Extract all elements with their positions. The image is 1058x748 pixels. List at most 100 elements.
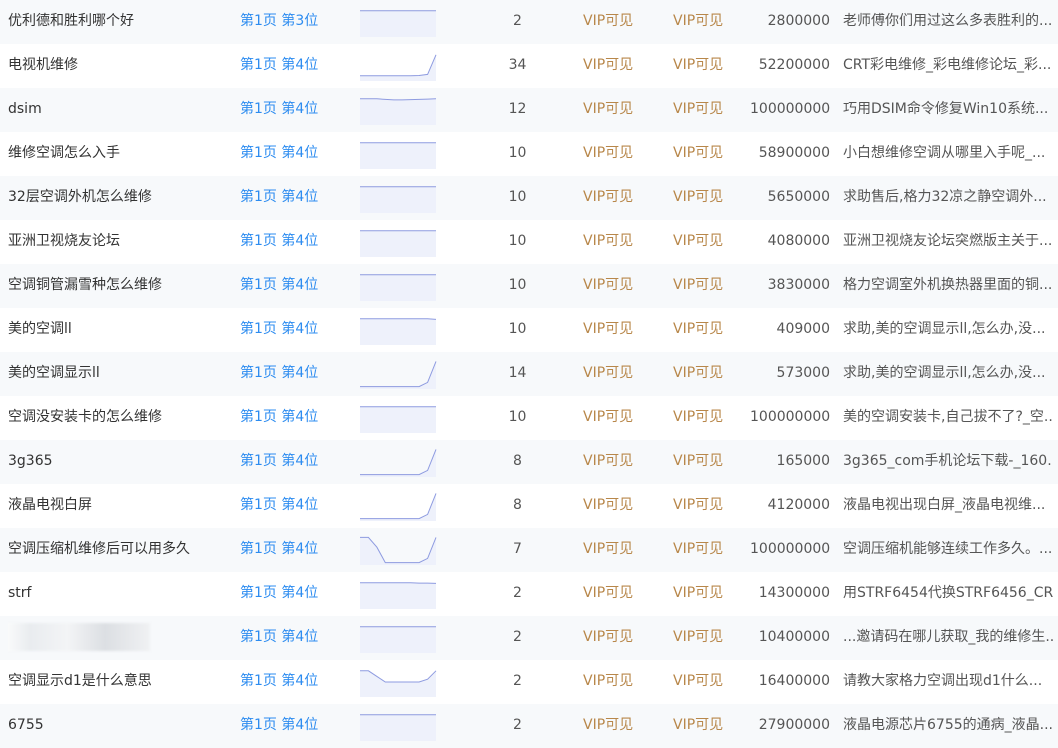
- vip-locked-value[interactable]: VIP可见: [583, 660, 643, 703]
- sparkline-area: [360, 186, 436, 213]
- keyword-cell[interactable]: 空调铜管漏雪种怎么维修: [8, 264, 218, 307]
- page-title-link[interactable]: 亚洲卫视烧友论坛突燃版主关于...: [843, 220, 1053, 263]
- keyword-cell[interactable]: 空调显示d1是什么意思: [8, 660, 218, 703]
- search-volume: 3830000: [767, 277, 830, 293]
- vip-locked-value[interactable]: VIP可见: [583, 352, 643, 395]
- page-title-link[interactable]: 请教大家格力空调出现d1什么...: [843, 660, 1053, 703]
- keyword-ranking-table: 优利德和胜利哪个好 第1页 第3位 2 VIP可见 VIP可见 2800000 老师傅你们用…: [0, 0, 1058, 748]
- rank-link[interactable]: 第1页 第4位: [240, 176, 340, 219]
- count-value: 2: [513, 13, 522, 29]
- page-title-link[interactable]: 液晶电源芯片6755的通病_液晶...: [843, 704, 1053, 747]
- vip-locked-value[interactable]: VIP可见: [583, 440, 643, 483]
- table-row: 空调压缩机维修后可以用多久 第1页 第4位 7 VIP可见 VIP可见 100000000…: [0, 528, 1058, 572]
- page-title-link[interactable]: 3g365_com手机论坛下载-_160...: [843, 440, 1053, 483]
- rank-link[interactable]: 第1页 第4位: [240, 132, 340, 175]
- page-title-link[interactable]: 空调压缩机能够连续工作多久。...: [843, 528, 1053, 571]
- rank-link[interactable]: 第1页 第4位: [240, 704, 340, 747]
- vip-locked-value[interactable]: VIP可见: [583, 704, 643, 747]
- keyword-cell[interactable]: 优利德和胜利哪个好: [8, 0, 218, 43]
- keyword-cell[interactable]: 美的空调ll: [8, 308, 218, 351]
- keyword-cell[interactable]: dsim: [8, 88, 218, 131]
- rank-link[interactable]: 第1页 第4位: [240, 484, 340, 527]
- keyword-cell[interactable]: 电视机维修: [8, 44, 218, 87]
- page-title-link[interactable]: 用STRF6454代换STRF6456_CR...: [843, 572, 1053, 615]
- rank-link[interactable]: 第1页 第4位: [240, 88, 340, 131]
- vip-locked-value[interactable]: VIP可见: [673, 88, 733, 131]
- keyword-cell[interactable]: 空调没安装卡的怎么维修: [8, 396, 218, 439]
- rank-link[interactable]: 第1页 第4位: [240, 44, 340, 87]
- rank-link[interactable]: 第1页 第4位: [240, 660, 340, 703]
- rank-link[interactable]: 第1页 第4位: [240, 528, 340, 571]
- vip-locked-value[interactable]: VIP可见: [673, 616, 733, 659]
- page-title-link[interactable]: 求助售后,格力32凉之静空调外...: [843, 176, 1053, 219]
- count-value: 10: [508, 409, 527, 425]
- vip-locked-value[interactable]: VIP可见: [673, 660, 733, 703]
- vip-locked-value[interactable]: VIP可见: [673, 528, 733, 571]
- vip-locked-value[interactable]: VIP可见: [583, 220, 643, 263]
- vip-locked-value[interactable]: VIP可见: [583, 484, 643, 527]
- sparkline-area: [360, 493, 436, 521]
- keyword-cell[interactable]: 6755: [8, 704, 218, 747]
- vip-locked-value[interactable]: VIP可见: [673, 132, 733, 175]
- vip-locked-value[interactable]: VIP可见: [673, 396, 733, 439]
- vip-locked-value[interactable]: VIP可见: [673, 264, 733, 307]
- vip-locked-value[interactable]: VIP可见: [673, 220, 733, 263]
- rank-link[interactable]: 第1页 第4位: [240, 440, 340, 483]
- sparkline-area: [360, 361, 436, 389]
- vip-locked-value[interactable]: VIP可见: [673, 352, 733, 395]
- rank-link[interactable]: 第1页 第4位: [240, 264, 340, 307]
- keyword-cell[interactable]: 美的空调显示ll: [8, 352, 218, 395]
- vip-locked-value[interactable]: VIP可见: [583, 88, 643, 131]
- vip-locked-value[interactable]: VIP可见: [583, 264, 643, 307]
- page-title-link[interactable]: 巧用DSIM命令修复Win10系统...: [843, 88, 1053, 131]
- table-row: strf 第1页 第4位 2 VIP可见 VIP可见 14300000 用STRF6454代…: [0, 572, 1058, 616]
- rank-link[interactable]: 第1页 第4位: [240, 616, 340, 659]
- page-title-link[interactable]: 液晶电视出现白屏_液晶电视维...: [843, 484, 1053, 527]
- sparkline-area: [360, 406, 436, 433]
- rank-link[interactable]: 第1页 第4位: [240, 220, 340, 263]
- keyword-cell[interactable]: strf: [8, 572, 218, 615]
- keyword-cell[interactable]: 亚洲卫视烧友论坛: [8, 220, 218, 263]
- rank-link[interactable]: 第1页 第4位: [240, 308, 340, 351]
- vip-locked-value[interactable]: VIP可见: [673, 440, 733, 483]
- page-title-link[interactable]: 求助,美的空调显示ll,怎么办,没...: [843, 308, 1053, 351]
- page-title-link[interactable]: 求助,美的空调显示ll,怎么办,没...: [843, 352, 1053, 395]
- vip-locked-value[interactable]: VIP可见: [673, 704, 733, 747]
- rank-link[interactable]: 第1页 第4位: [240, 396, 340, 439]
- page-title-link[interactable]: CRT彩电维修_彩电维修论坛_彩...: [843, 44, 1053, 87]
- trend-sparkline: [360, 94, 437, 125]
- page-title-link[interactable]: 老师傅你们用过这么多表胜利的...: [843, 0, 1053, 43]
- trend-sparkline: [360, 138, 437, 169]
- page-title-link[interactable]: 小白想维修空调从哪里入手呢_...: [843, 132, 1053, 175]
- keyword-cell[interactable]: 3g365: [8, 440, 218, 483]
- vip-locked-value[interactable]: VIP可见: [583, 308, 643, 351]
- vip-locked-value[interactable]: VIP可见: [583, 132, 643, 175]
- vip-locked-value[interactable]: VIP可见: [673, 572, 733, 615]
- rank-link[interactable]: 第1页 第3位: [240, 0, 340, 43]
- sparkline-area: [360, 230, 436, 257]
- vip-locked-value[interactable]: VIP可见: [583, 572, 643, 615]
- vip-locked-value[interactable]: VIP可见: [583, 396, 643, 439]
- vip-locked-value[interactable]: VIP可见: [673, 44, 733, 87]
- vip-locked-value[interactable]: VIP可见: [673, 484, 733, 527]
- vip-locked-value[interactable]: VIP可见: [583, 528, 643, 571]
- page-title-link[interactable]: 格力空调室外机换热器里面的铜...: [843, 264, 1053, 307]
- keyword-cell[interactable]: 液晶电视白屏: [8, 484, 218, 527]
- rank-link[interactable]: 第1页 第4位: [240, 572, 340, 615]
- vip-locked-value[interactable]: VIP可见: [583, 176, 643, 219]
- table-row: 6755 第1页 第4位 2 VIP可见 VIP可见 27900000 液晶电源芯片6755…: [0, 704, 1058, 748]
- keyword-cell[interactable]: 维修空调怎么入手: [8, 132, 218, 175]
- rank-link[interactable]: 第1页 第4位: [240, 352, 340, 395]
- keyword-cell[interactable]: 32层空调外机怎么维修: [8, 176, 218, 219]
- vip-locked-value[interactable]: VIP可见: [583, 0, 643, 43]
- page-title-link[interactable]: 美的空调安装卡,自己拔不了?_空...: [843, 396, 1053, 439]
- keyword-cell[interactable]: [8, 616, 218, 659]
- keyword-cell[interactable]: 空调压缩机维修后可以用多久: [8, 528, 218, 571]
- page-title-link[interactable]: ...邀请码在哪儿获取_我的维修生...: [843, 616, 1053, 659]
- count-value: 10: [508, 233, 527, 249]
- vip-locked-value[interactable]: VIP可见: [673, 176, 733, 219]
- vip-locked-value[interactable]: VIP可见: [583, 44, 643, 87]
- vip-locked-value[interactable]: VIP可见: [673, 308, 733, 351]
- vip-locked-value[interactable]: VIP可见: [583, 616, 643, 659]
- vip-locked-value[interactable]: VIP可见: [673, 0, 733, 43]
